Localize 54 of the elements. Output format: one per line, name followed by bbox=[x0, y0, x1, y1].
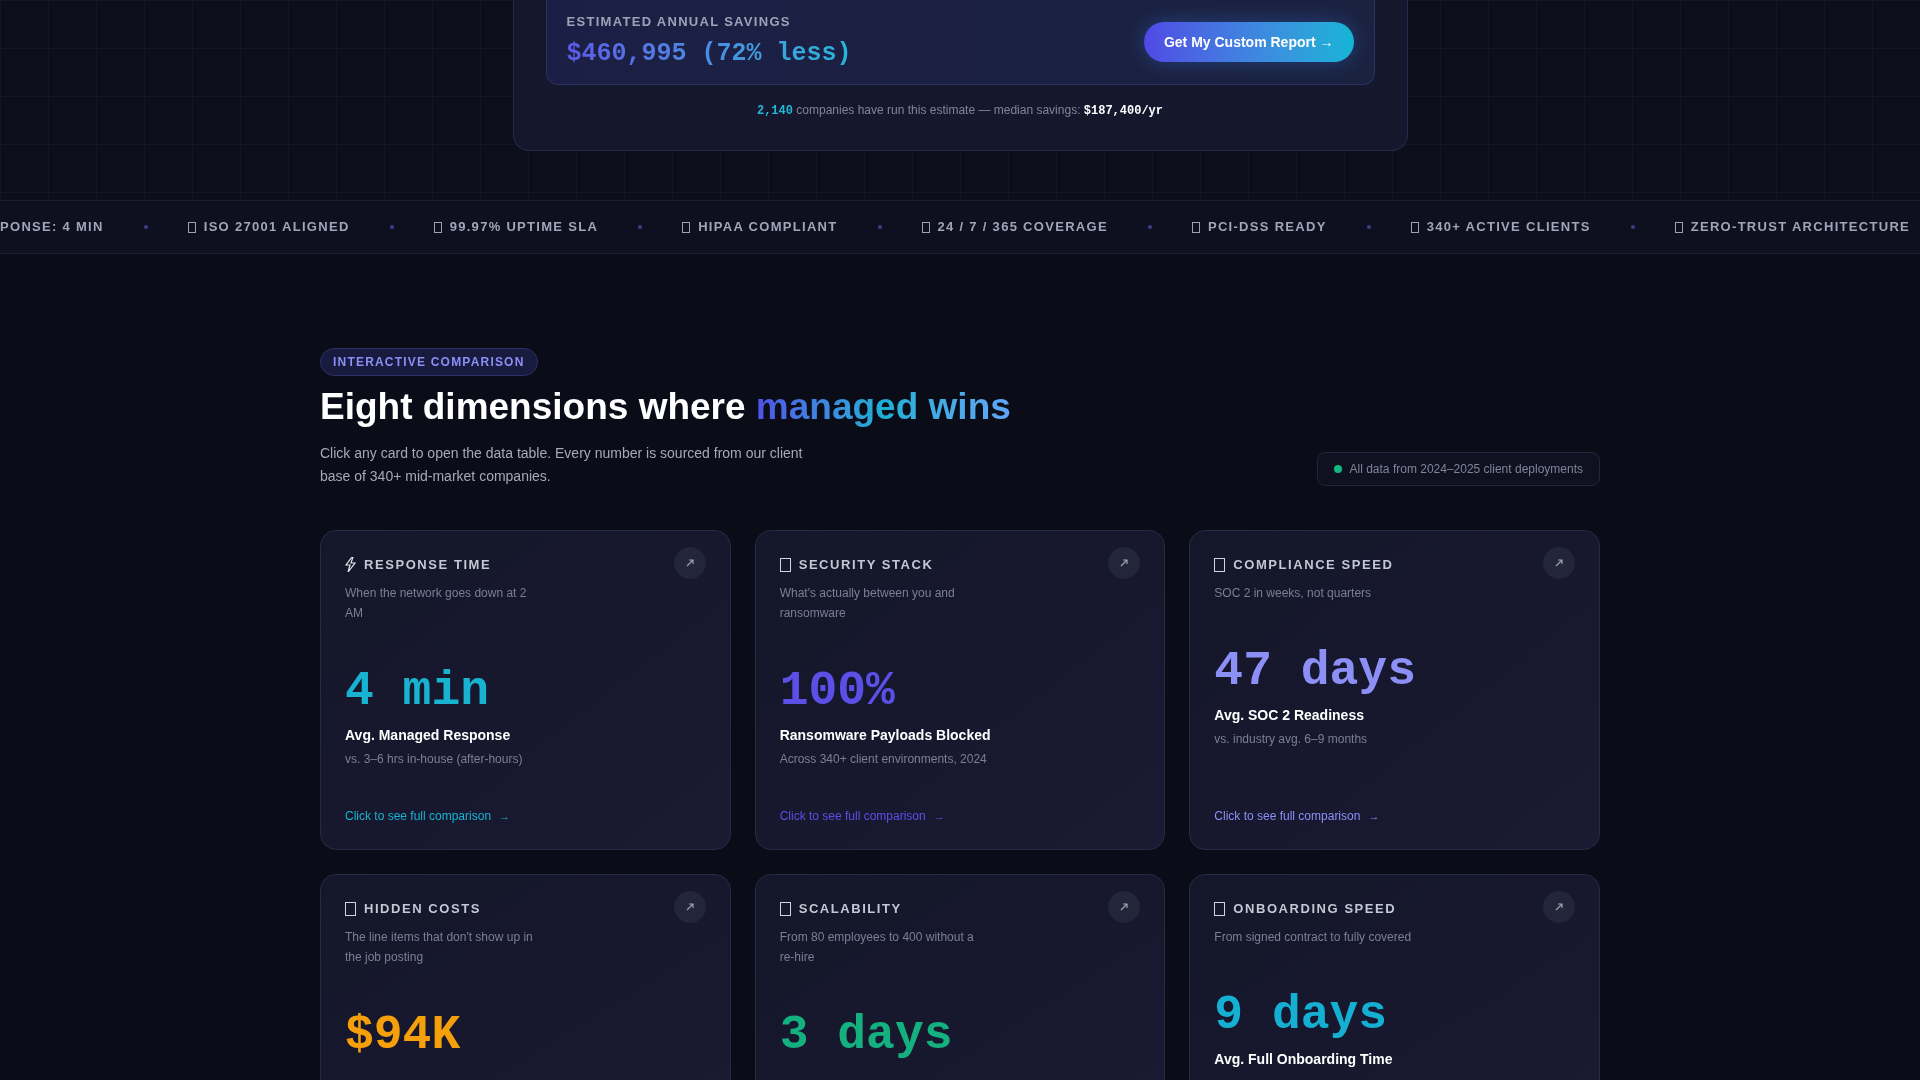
metric-value: 47 days bbox=[1214, 644, 1417, 697]
ticker-item: ZERO-TRUST ARCHITECTURE bbox=[1690, 218, 1911, 237]
comparison-card[interactable]: COMPLIANCE SPEED SOC 2 in weeks, not quarters 47 days Avg. SOC 2 Readiness vs. industry avg. 6–9 months Click to see full comparison → bbox=[1189, 530, 1600, 850]
section-heading: Eight dimensions where managed wins bbox=[320, 385, 1012, 429]
metric-label: Avg. Managed Response bbox=[345, 725, 512, 745]
card-title: ONBOARDING SPEED bbox=[1233, 900, 1397, 918]
comparison-card[interactable]: RESPONSE TIME When the network goes down at 2 AM 4 min Avg. Managed Response vs. 3–6 hrs in-house (after-hours) Click to see full comparison → bbox=[320, 530, 731, 850]
ticker-item: 24 / 7 / 365 COVERAGE bbox=[937, 218, 1108, 237]
data-source-note: All data from 2024–2025 client deployments bbox=[1316, 452, 1600, 486]
card-subtitle: The line items that don't show up in the job posting bbox=[345, 928, 534, 966]
savings-label: ESTIMATED ANNUAL SAVINGS bbox=[566, 12, 792, 31]
ticker-item: 99.97% UPTIME SLA bbox=[449, 218, 599, 237]
metric-detail: vs. industry avg. 6–9 months bbox=[1214, 730, 1369, 748]
card-subtitle: SOC 2 in weeks, not quarters bbox=[1214, 584, 1373, 602]
square-outline-icon bbox=[1214, 557, 1226, 572]
ticker-item: PONSE: 4 MIN bbox=[0, 218, 104, 237]
comparison-card[interactable]: SECURITY STACK What's actually between you and ransomware 100% Ransomware Payloads Blocked Across 340+ client environments, 2024 Click to see full comparison → bbox=[754, 530, 1166, 850]
card-title: COMPLIANCE SPEED bbox=[1233, 556, 1394, 574]
square-outline-icon bbox=[345, 901, 356, 916]
card-subtitle: From 80 employees to 400 without a re-hire bbox=[779, 928, 975, 966]
card-title: SCALABILITY bbox=[798, 900, 902, 918]
card-title: RESPONSE TIME bbox=[364, 556, 492, 574]
metric-value: 4 min bbox=[345, 664, 491, 717]
comparison-link[interactable]: Click to see full comparison → bbox=[345, 807, 706, 825]
comparison-card[interactable]: ONBOARDING SPEED From signed contract to fully covered 9 days Avg. Full Onboarding Time bbox=[1189, 874, 1600, 1080]
metric-label: Avg. Full Onboarding Time bbox=[1214, 1049, 1394, 1069]
metric-detail: Across 340+ client environments, 2024 bbox=[779, 750, 988, 768]
metric-value: 3 days bbox=[779, 1008, 954, 1061]
ticker-item: ISO 27001 ALIGNED bbox=[203, 218, 350, 237]
card-subtitle: From signed contract to fully covered bbox=[1214, 928, 1413, 946]
report-button[interactable]: Get My Custom Report → bbox=[1143, 22, 1354, 62]
section-description: Click any card to open the data table. Every number is sourced from our client base of 340+ mid-market companies. bbox=[320, 444, 804, 486]
section-badge: INTERACTIVE COMPARISON bbox=[320, 348, 538, 376]
metric-label: Ransomware Payloads Blocked bbox=[779, 725, 992, 745]
comparison-link[interactable]: Click to see full comparison → bbox=[1214, 807, 1575, 825]
metric-value: $94K bbox=[345, 1008, 462, 1061]
square-outline-icon bbox=[1214, 901, 1226, 916]
square-outline-icon bbox=[779, 557, 791, 572]
lightning-icon bbox=[345, 557, 356, 573]
card-title: SECURITY STACK bbox=[798, 556, 934, 574]
metric-detail: vs. 3–6 hrs in-house (after-hours) bbox=[345, 750, 524, 768]
metric-label: Avg. SOC 2 Readiness bbox=[1214, 705, 1365, 725]
ticker-item: PCI-DSS READY bbox=[1207, 218, 1327, 237]
card-subtitle: When the network goes down at 2 AM bbox=[345, 584, 528, 622]
comparison-card[interactable]: HIDDEN COSTS The line items that don't show up in the job posting $94K bbox=[320, 874, 731, 1080]
square-outline-icon bbox=[779, 901, 791, 916]
card-title: HIDDEN COSTS bbox=[364, 900, 481, 918]
metric-value: 9 days bbox=[1214, 988, 1389, 1041]
card-subtitle: What's actually between you and ransomware bbox=[779, 584, 956, 622]
estimate-stats: 2,140 companies have run this estimate — median savings: $187,400/yr bbox=[755, 102, 1165, 120]
ticker-item: 340+ ACTIVE CLIENTS bbox=[1426, 218, 1591, 237]
metric-value: 100% bbox=[779, 664, 896, 717]
comparison-card[interactable]: SCALABILITY From 80 employees to 400 without a re-hire 3 days bbox=[754, 874, 1166, 1080]
ticker-item: HIPAA COMPLIANT bbox=[698, 218, 838, 237]
